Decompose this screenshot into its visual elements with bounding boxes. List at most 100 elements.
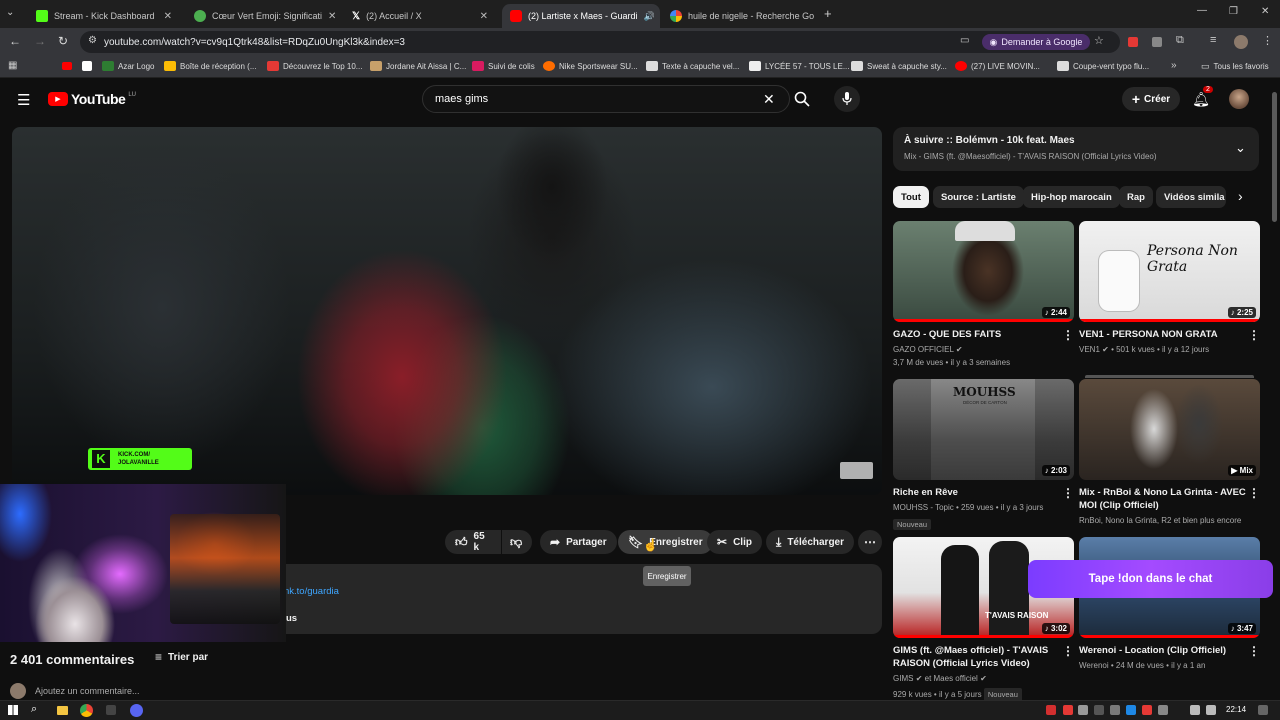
video-thumbnail[interactable]: MOUHSS DÉCOR DE CARTON ♪ 2:03 [893, 379, 1074, 480]
browser-menu-icon[interactable]: ⋮ [1262, 34, 1273, 47]
windows-start-icon[interactable] [8, 705, 18, 715]
bookmark-item[interactable]: Jordane Ait Aissa | C... [370, 61, 466, 71]
cast-icon[interactable]: ▭ [960, 35, 969, 46]
extension-icon-2[interactable] [1152, 37, 1162, 47]
ask-google-button[interactable]: ◉ Demander à Google [982, 34, 1090, 50]
bookmark-item[interactable]: (27) LIVE MOVIN... [955, 61, 1040, 71]
apps-grid-icon[interactable]: ▦ [8, 60, 17, 71]
close-icon[interactable]: ✕ [328, 11, 336, 22]
video-title[interactable]: Riche en Rêve [893, 486, 1074, 499]
video-title[interactable]: GIMS (ft. @Maes officiel) - T'AVAIS RAIS… [893, 644, 1074, 670]
mic-tray-icon[interactable] [1046, 705, 1056, 715]
chevron-right-icon[interactable]: › [1238, 188, 1243, 204]
bookmark-item[interactable]: LYCÉE 57 - TOUS LE... [749, 61, 849, 71]
tray-icon[interactable] [1063, 705, 1073, 715]
bookmark-item[interactable]: Sweat à capuche sty... [851, 61, 947, 71]
share-button[interactable]: ➦ Partager [540, 530, 617, 554]
clear-search-icon[interactable]: ✕ [763, 86, 775, 112]
chevron-down-icon[interactable]: ⌄ [1235, 140, 1246, 156]
bookmark-item[interactable]: Texte à capuche vel... [646, 61, 739, 71]
dislike-button[interactable]: 👎︎ [502, 530, 532, 554]
tab-youtube-active[interactable]: (2) Lartiste x Maes - Guardi 🔊 ✕ [502, 4, 660, 28]
video-card[interactable]: ♪ 3:47 Werenoi - Location (Clip Officiel… [1079, 537, 1260, 672]
media-controls-icon[interactable]: ≡ [1210, 34, 1216, 46]
chip-hip-hop[interactable]: Hip-hop marocain [1023, 186, 1120, 208]
forward-icon[interactable]: → [34, 34, 46, 48]
video-player[interactable] [12, 127, 882, 495]
search-icon[interactable]: ⌕ [31, 703, 37, 716]
youtube-logo[interactable]: ▶ YouTube LU [48, 91, 136, 107]
card-menu-icon[interactable]: ⋮ [1248, 486, 1260, 500]
bookmark-star-icon[interactable]: ☆ [1094, 34, 1104, 47]
channel-name-2[interactable]: et Maes officiel [925, 674, 978, 683]
tab-search-icon[interactable]: ⌄ [6, 7, 14, 18]
tab-x-accueil[interactable]: 𝕏 (2) Accueil / X ✕ [344, 4, 496, 28]
bookmark-youtube-icon[interactable] [62, 62, 72, 70]
tray-icon[interactable] [1142, 705, 1152, 715]
bookmark-item[interactable]: Azar Logo [102, 61, 154, 71]
close-icon[interactable]: ✕ [480, 11, 488, 22]
video-card[interactable]: ▶ Mix Mix - RnBoi & Nono La Grinta - AVE… [1079, 375, 1260, 527]
site-info-icon[interactable]: ⚙ [88, 35, 97, 46]
search-button[interactable] [788, 85, 816, 113]
more-actions-button[interactable]: ⋯ [858, 530, 882, 554]
volume-tray-icon[interactable] [1206, 705, 1216, 715]
close-icon[interactable]: ✕ [164, 11, 172, 22]
video-thumbnail[interactable]: Persona Non Grata ♪ 2:25 [1079, 221, 1260, 322]
bookmark-item[interactable]: Nike Sportswear SU... [543, 61, 638, 71]
tab-kick-dashboard[interactable]: Stream - Kick Dashboard ✕ [28, 4, 180, 28]
bookmark-item[interactable]: Suivi de colis [472, 61, 535, 71]
page-scrollbar[interactable] [1272, 92, 1277, 222]
channel-name[interactable]: VEN1 [1079, 345, 1100, 354]
all-bookmarks-folder[interactable]: ▭ Tous les favoris [1201, 61, 1269, 72]
video-card[interactable]: Persona Non Grata ♪ 2:25 VEN1 - PERSONA … [1079, 221, 1260, 356]
tray-icon[interactable] [1110, 705, 1120, 715]
description-link[interactable]: nk.to/guardia [284, 586, 339, 597]
video-card[interactable]: ♪ 2:44 GAZO - QUE DES FAITS GAZO OFFICIE… [893, 221, 1074, 369]
profile-avatar[interactable] [1234, 35, 1248, 49]
card-menu-icon[interactable]: ⋮ [1062, 328, 1074, 342]
address-bar[interactable]: ⚙ youtube.com/watch?v=cv9q1Qtrk48&list=R… [80, 31, 1120, 53]
voice-search-button[interactable] [834, 86, 860, 112]
clock[interactable]: 22:14 [1226, 705, 1246, 714]
sort-comments-button[interactable]: ≡ Trier par [155, 650, 208, 664]
card-menu-icon[interactable]: ⋮ [1248, 328, 1260, 342]
notifications-button[interactable]: 🔔︎ 2 [1190, 86, 1213, 110]
search-input[interactable]: maes gims ✕ [422, 85, 790, 113]
network-tray-icon[interactable] [1190, 705, 1200, 715]
bluetooth-tray-icon[interactable] [1126, 705, 1136, 715]
card-menu-icon[interactable]: ⋮ [1248, 644, 1260, 658]
tray-icon[interactable] [1158, 705, 1168, 715]
video-card[interactable]: MOUHSS DÉCOR DE CARTON ♪ 2:03 Riche en R… [893, 379, 1074, 532]
restore-icon[interactable]: ❐ [1229, 6, 1238, 17]
more-bookmarks-icon[interactable]: » [1171, 60, 1177, 71]
hamburger-menu-icon[interactable]: ☰ [17, 91, 30, 109]
video-title[interactable]: VEN1 - PERSONA NON GRATA [1079, 328, 1260, 341]
close-window-icon[interactable]: ✕ [1261, 6, 1269, 17]
notifications-tray-icon[interactable] [1258, 705, 1268, 715]
chrome-taskbar-icon[interactable] [80, 704, 93, 717]
card-menu-icon[interactable]: ⋮ [1062, 486, 1074, 500]
like-button[interactable]: 👍︎ 65 k [445, 530, 501, 554]
bookmark-item[interactable]: Boîte de réception (... [164, 61, 257, 71]
app-taskbar-icon[interactable] [106, 705, 116, 715]
discord-taskbar-icon[interactable] [130, 704, 143, 717]
file-explorer-icon[interactable] [57, 706, 68, 715]
up-next-playlist-header[interactable]: À suivre :: Bolémvn - 10k feat. Maes Mix… [893, 127, 1259, 171]
video-thumbnail[interactable]: ▶ Mix [1079, 379, 1260, 480]
tab-google-search[interactable]: huile de nigelle - Recherche Go ✕ [662, 4, 820, 28]
back-icon[interactable]: ← [9, 34, 21, 48]
video-title[interactable]: Mix - RnBoi & Nono La Grinta - AVEC MOI … [1079, 486, 1260, 512]
clip-button[interactable]: ✂ Clip [707, 530, 762, 554]
card-menu-icon[interactable]: ⋮ [1062, 644, 1074, 658]
tray-icon[interactable] [1094, 705, 1104, 715]
speaker-icon[interactable]: 🔊 [644, 11, 655, 22]
bookmark-item[interactable]: Coupe-vent typo flu... [1057, 61, 1149, 71]
tray-icon[interactable] [1078, 705, 1088, 715]
channel-watermark[interactable] [840, 462, 873, 479]
chip-similar[interactable]: Vidéos simila [1156, 186, 1226, 208]
video-thumbnail[interactable]: ♪ 2:44 [893, 221, 1074, 322]
channel-name[interactable]: MOUHSS - Topic [893, 503, 954, 512]
create-button[interactable]: + Créer [1122, 87, 1180, 111]
extension-icon-1[interactable] [1128, 37, 1138, 47]
